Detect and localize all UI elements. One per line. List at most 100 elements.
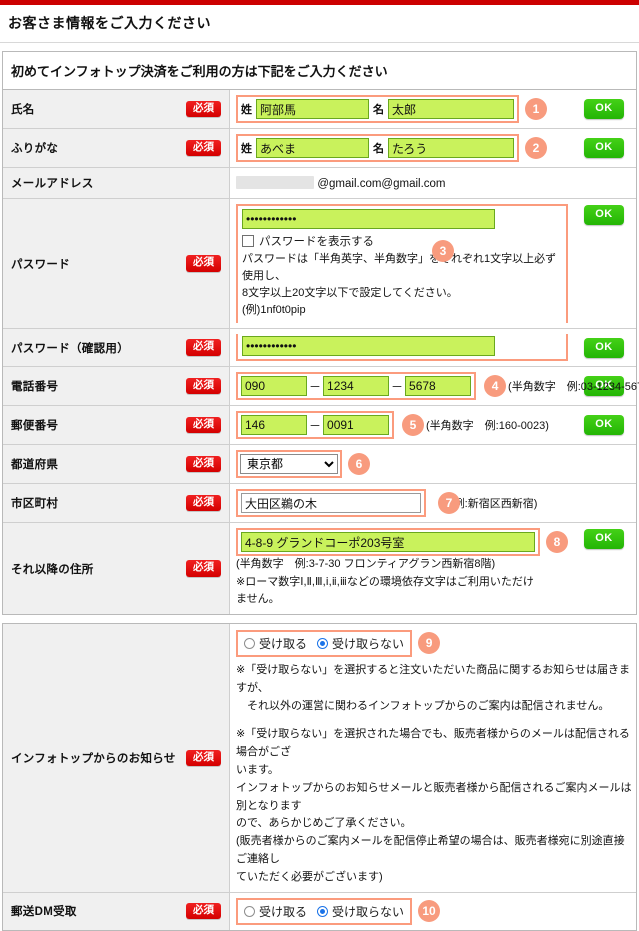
password-confirm-input[interactable] [242, 336, 495, 357]
password-input[interactable] [242, 209, 495, 229]
dm-radio-group[interactable]: 受け取る 受け取らない [244, 903, 404, 920]
row-label-email: メールアドレス [11, 178, 94, 190]
ok-button-password-confirm[interactable]: OK [584, 337, 624, 358]
news-radio-group[interactable]: 受け取る 受け取らない [244, 635, 404, 652]
news-radio-yes-label: 受け取る [259, 636, 308, 651]
highlight-outline-furigana: 姓 名 [236, 134, 519, 162]
ok-button-password[interactable]: OK [584, 205, 624, 225]
ok-button-postal[interactable]: OK [584, 415, 624, 436]
step-badge-2: 2 [525, 137, 547, 159]
city-hint: (例:新宿区西新宿) [450, 498, 538, 511]
row-label-password-confirm: パスワード（確認用） [11, 342, 129, 355]
ok-button-address[interactable]: OK [584, 529, 624, 550]
required-badge-postal: 必須 [186, 416, 221, 434]
news-note1-line2: それ以外の運営に関わるインフォトップからのご案内は配信されません。 [236, 699, 610, 712]
first-name-kana-input[interactable] [388, 138, 514, 158]
news-radio-no[interactable] [317, 637, 329, 649]
table-row-furigana: ふりがな 必須 姓 名 2 [3, 128, 636, 168]
news-note2-line6: ていただく必要がございます) [236, 870, 383, 883]
news-note2-line2: います。 [236, 764, 279, 777]
address-note-line-2: ※ローマ数字Ⅰ,Ⅱ,Ⅲ,ⅰ,ⅱ,ⅲなどの環境依存文字はご利用いただけません。 [236, 575, 534, 606]
row-label-city-cell: 市区町村 必須 [3, 483, 230, 523]
row-label-dm-cell: 郵送DM受取 必須 [3, 892, 230, 930]
notification-form: インフォトップからのお知らせ 必須 受け取る 受け取らない 9 ※「受け取らない… [3, 623, 636, 930]
dm-radio-no-label: 受け取らない [332, 904, 405, 919]
highlight-outline-address [236, 528, 540, 557]
row-ok-furigana-cell: OK [572, 128, 636, 168]
row-label-password-confirm-cell: パスワード（確認用） 必須 [3, 328, 230, 367]
step-badge-4: 4 [484, 375, 507, 398]
postal-part1-input[interactable] [241, 415, 307, 436]
ok-button-name[interactable]: OK [584, 99, 624, 119]
ok-button-furigana[interactable]: OK [584, 138, 624, 158]
phone-part2-input[interactable] [323, 376, 390, 397]
postal-part2-input[interactable] [323, 415, 390, 436]
last-name-input[interactable] [256, 99, 369, 119]
row-label-furigana-cell: ふりがな 必須 [3, 128, 230, 168]
row-label-dm: 郵送DM受取 [11, 906, 77, 919]
required-badge-phone: 必須 [186, 377, 221, 395]
dm-radio-yes[interactable] [244, 905, 255, 917]
row-value-furigana-cell: 姓 名 2 [229, 128, 572, 168]
section-header: 初めてインフォトップ決済をご利用の方は下記をご入力ください [3, 52, 636, 90]
row-ok-postal-cell: OK [572, 405, 636, 445]
row-value-password-cell: パスワードを表示する パスワードは「半角英字、半角数字」をそれぞれ1文字以上必ず… [229, 198, 572, 329]
row-label-name-cell: 氏名 必須 [3, 90, 230, 129]
row-value-news-cell: 受け取る 受け取らない 9 ※「受け取らない」を選択すると注文いただいた商品に関… [229, 623, 636, 893]
password-note-line-3: (例)1nf0t0pip [242, 304, 306, 317]
step-badge-5: 5 [402, 414, 425, 437]
highlight-outline-news: 受け取る 受け取らない [236, 629, 413, 657]
required-badge-news: 必須 [186, 749, 221, 767]
required-badge-address: 必須 [186, 560, 221, 577]
step-badge-6: 6 [348, 453, 370, 476]
row-label-email-cell: メールアドレス [3, 167, 230, 199]
row-label-news-cell: インフォトップからのお知らせ 必須 [3, 623, 230, 893]
row-label-prefecture-cell: 都道府県 必須 [3, 444, 230, 484]
step-badge-10: 10 [418, 900, 441, 923]
required-badge-prefecture: 必須 [186, 455, 221, 473]
table-row-password: パスワード 必須 パスワードを表示する パスワードは「半角英字、半角数字」をそれ… [3, 198, 636, 329]
mei-label: 名 [373, 104, 384, 116]
row-ok-password-cell: OK [572, 198, 636, 329]
redacted-email-mask [236, 176, 314, 189]
show-password-row[interactable]: パスワードを表示する [242, 233, 562, 249]
city-input[interactable] [241, 493, 421, 514]
first-name-input[interactable] [388, 99, 514, 119]
row-label-phone: 電話番号 [11, 381, 59, 394]
phone-hint: (半角数字 例:03-1234-5678) [508, 381, 639, 394]
row-value-prefecture-cell: 東京都 6 [229, 444, 636, 484]
highlight-outline-dm: 受け取る 受け取らない [236, 897, 413, 925]
highlight-outline-name: 姓 名 [236, 95, 519, 123]
row-value-dm-cell: 受け取る 受け取らない 10 [229, 892, 636, 930]
address-note-line-1: (半角数字 例:3-7-30 フロンティアグラン西新宿8階) [236, 558, 496, 571]
prefecture-select[interactable]: 東京都 [240, 454, 338, 475]
row-label-news: インフォトップからのお知らせ [11, 752, 176, 765]
notification-panel: インフォトップからのお知らせ 必須 受け取る 受け取らない 9 ※「受け取らない… [2, 622, 637, 931]
required-badge-city: 必須 [186, 494, 221, 512]
table-row-postal: 郵便番号 必須 － 5 (半角数字 例:160-0023) [3, 405, 636, 445]
row-label-postal-cell: 郵便番号 必須 [3, 405, 230, 445]
checkbox-icon[interactable] [242, 235, 254, 247]
required-badge-password: 必須 [186, 255, 221, 272]
dm-radio-no[interactable] [317, 905, 329, 917]
phone-part1-input[interactable] [241, 376, 307, 397]
table-row-email: メールアドレス @gmail.com@gmail.com [3, 167, 636, 199]
row-value-postal-cell: － 5 (半角数字 例:160-0023) [229, 405, 572, 445]
password-note-line-1: パスワードは「半角英字、半角数字」をそれぞれ1文字以上必ず使用し、 [242, 253, 557, 283]
required-badge-furigana: 必須 [186, 139, 221, 157]
row-ok-name-cell: OK [572, 90, 636, 129]
news-radio-yes[interactable] [244, 637, 255, 649]
highlight-outline-password-confirm [236, 334, 568, 362]
table-row-phone: 電話番号 必須 － － 4 (半角 [3, 366, 639, 406]
sei-kana-label: 姓 [241, 143, 252, 155]
news-radio-no-label: 受け取らない [332, 636, 405, 651]
required-badge-dm: 必須 [186, 902, 221, 920]
table-row-address: それ以降の住所 必須 (半角数字 例:3-7-30 フロンティアグラン西新宿8階… [3, 522, 636, 614]
password-note-line-2: 8文字以上20文字以下で設定してください。 [242, 287, 458, 300]
postal-separator: － [309, 418, 322, 433]
spacer [0, 43, 639, 51]
last-name-kana-input[interactable] [256, 138, 369, 158]
address-input[interactable] [241, 532, 535, 553]
phone-part3-input[interactable] [405, 376, 472, 397]
phone-separator-1: － [309, 379, 322, 394]
